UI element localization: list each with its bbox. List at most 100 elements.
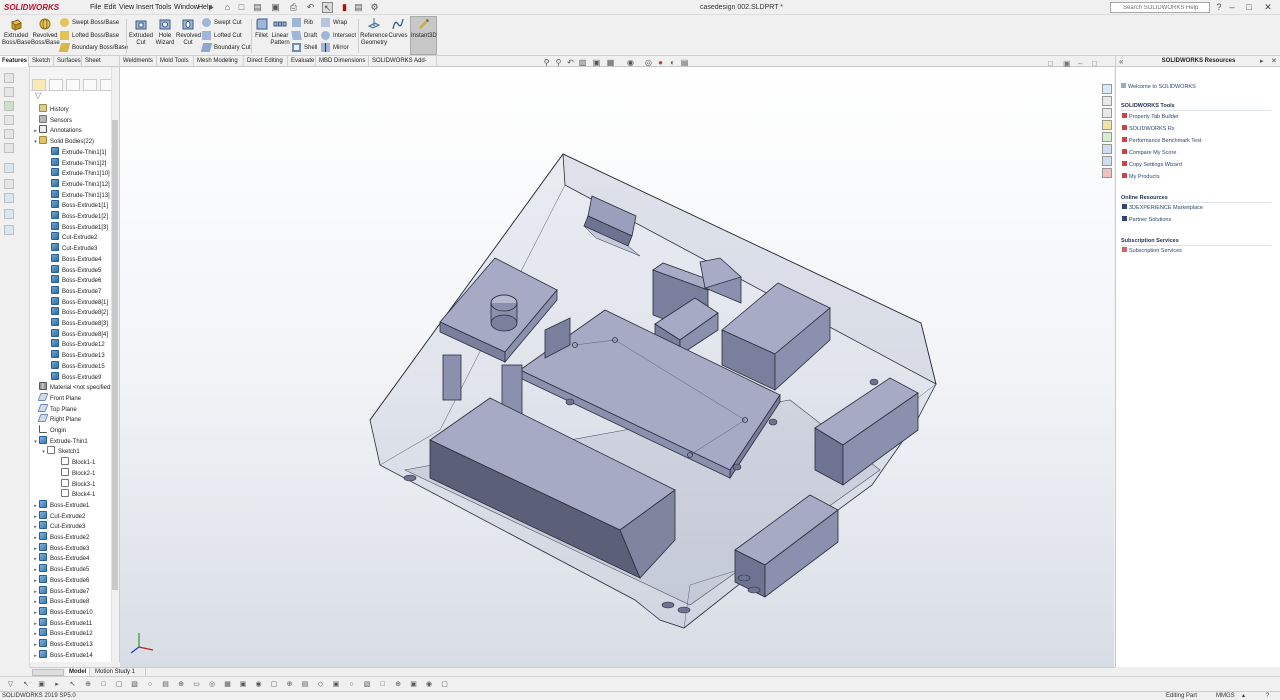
- tree-item-solid-body[interactable]: Extrude-Thin1[10]: [44, 168, 119, 179]
- tree-item-feature[interactable]: ▸ Boss-Extrude3: [32, 542, 119, 554]
- tab-mesh-modeling[interactable]: Mesh Modeling: [195, 56, 244, 67]
- online-resource-link[interactable]: Partner Solutions: [1122, 216, 1171, 224]
- tree-item-solid-body[interactable]: Boss-Extrude13: [44, 350, 119, 361]
- sketch-tool-icon[interactable]: ⊕: [285, 680, 294, 689]
- select-arrow-icon[interactable]: ↖: [322, 2, 333, 13]
- tree-item-solid-body[interactable]: Extrude-Thin1[13]: [44, 189, 119, 201]
- zoom-to-fit-icon[interactable]: ⚲: [542, 58, 551, 67]
- select-planes-icon[interactable]: [4, 143, 14, 153]
- swept-boss-button[interactable]: Swept Boss/Base: [60, 18, 119, 29]
- tree-item-annotations[interactable]: ▸ Annotations: [32, 125, 119, 136]
- tab-scroll-arrows-icon[interactable]: [32, 669, 64, 676]
- pin-icon[interactable]: ▸: [1260, 56, 1264, 67]
- tree-item-solid-body[interactable]: Boss-Extrude8[2]: [44, 307, 119, 318]
- menu-file[interactable]: File: [90, 2, 101, 13]
- tree-item-feature[interactable]: ▸ Boss-Extrude12: [32, 628, 119, 639]
- print-icon[interactable]: ⎙: [288, 2, 299, 13]
- lofted-cut-button[interactable]: Lofted Cut: [202, 31, 242, 42]
- tab-mbd-dimensions[interactable]: MBD Dimensions: [317, 56, 369, 67]
- tab-mold-tools[interactable]: Mold Tools: [158, 56, 194, 67]
- minimize-button[interactable]: –: [1226, 1, 1238, 13]
- select-features-icon[interactable]: [4, 209, 14, 219]
- sketch-tool-icon[interactable]: ○: [347, 680, 356, 689]
- tree-item-feature[interactable]: ▸ Boss-Extrude2: [32, 532, 119, 543]
- welcome-link[interactable]: Welcome to SOLIDWORKS: [1121, 83, 1196, 91]
- viewport-minimize-icon[interactable]: –: [1078, 59, 1087, 68]
- viewport-restore-icon[interactable]: □: [1048, 59, 1057, 68]
- online-resource-link[interactable]: 3DEXPERIENCE Marketplace: [1122, 204, 1203, 212]
- part-model[interactable]: [120, 67, 1114, 667]
- sketch-tool-icon[interactable]: ◎: [208, 680, 217, 689]
- sketch-tool-icon[interactable]: ↖: [22, 680, 31, 689]
- tree-item-solid-body[interactable]: Boss-Extrude9: [44, 371, 119, 383]
- tree-item-sensors[interactable]: Sensors: [32, 114, 119, 126]
- view-orientation-icon[interactable]: ▦: [606, 58, 615, 67]
- subscription-link[interactable]: Subscription Services: [1122, 247, 1182, 255]
- graphics-viewport[interactable]: [120, 67, 1114, 667]
- tree-item-feature[interactable]: ▸ Boss-Extrude5: [32, 564, 119, 575]
- expand-toggle-icon[interactable]: ▸: [32, 651, 39, 662]
- sketch-tool-icon[interactable]: ▸: [53, 680, 62, 689]
- revolved-boss-button[interactable]: Revolved Boss/Base: [31, 17, 60, 55]
- intersect-button[interactable]: Intersect: [321, 31, 356, 42]
- expand-toggle-icon[interactable]: ▾: [40, 447, 47, 458]
- dynamic-annotation-icon[interactable]: ▣: [592, 58, 601, 67]
- tool-link[interactable]: Copy Settings Wizard: [1122, 161, 1182, 169]
- view-settings-icon[interactable]: ▤: [680, 58, 689, 67]
- extruded-cut-button[interactable]: Extruded Cut: [128, 17, 154, 55]
- sketch-tool-icon[interactable]: ◉: [425, 680, 434, 689]
- tool-link[interactable]: Property Tab Builder: [1122, 113, 1179, 121]
- tree-item-solid-body[interactable]: Boss-Extrude1[2]: [44, 211, 119, 222]
- close-button[interactable]: ✕: [1262, 1, 1274, 13]
- menu-edit[interactable]: Edit: [104, 2, 116, 13]
- sketch-tool-icon[interactable]: ▭: [192, 680, 201, 689]
- select-vertices-icon[interactable]: [4, 129, 14, 139]
- tree-item-solid-body[interactable]: Boss-Extrude1[3]: [44, 221, 119, 233]
- mirror-button[interactable]: Mirror: [321, 43, 349, 54]
- tree-item-solid-body[interactable]: Boss-Extrude8[1]: [44, 296, 119, 308]
- tree-item-front-plane[interactable]: Front Plane: [32, 392, 119, 404]
- boundary-boss-button[interactable]: Boundary Boss/Base: [58, 43, 128, 54]
- previous-view-icon[interactable]: ↶: [566, 58, 575, 67]
- tree-item-solid-body[interactable]: Boss-Extrude1[1]: [44, 200, 119, 211]
- boundary-cut-button[interactable]: Boundary Cut: [200, 43, 251, 54]
- tree-item-feature[interactable]: ▸ Cut-Extrude2: [32, 510, 119, 522]
- sketch-tool-icon[interactable]: □: [99, 680, 108, 689]
- view-palette-icon[interactable]: [1102, 132, 1112, 142]
- sketch-tool-icon[interactable]: □: [378, 680, 387, 689]
- expand-toggle-icon[interactable]: ▾: [32, 437, 39, 448]
- sketch-tool-icon[interactable]: ▢: [440, 680, 449, 689]
- tab-weldments[interactable]: Weldments: [121, 56, 157, 67]
- 3dexperience-icon[interactable]: [1102, 96, 1112, 106]
- home-icon[interactable]: ⌂: [222, 2, 233, 13]
- tree-item-feature[interactable]: ▸ Boss-Extrude14: [32, 649, 119, 662]
- tab-solidworks-add-ins[interactable]: SOLIDWORKS Add-Ins: [370, 56, 437, 75]
- reference-geometry-button[interactable]: Reference Geometry: [360, 17, 388, 55]
- tree-item-feature[interactable]: ▸ Boss-Extrude7: [32, 585, 119, 597]
- solidworks-forum-icon[interactable]: [1102, 168, 1112, 178]
- pin-icon[interactable]: ▸: [206, 2, 217, 13]
- tree-item-solid-body[interactable]: Extrude-Thin1[12]: [44, 178, 119, 190]
- tree-item-solid-body[interactable]: Extrude-Thin1[2]: [44, 157, 119, 169]
- appearances-icon[interactable]: [1102, 144, 1112, 154]
- display-style-icon[interactable]: ◉: [626, 58, 635, 67]
- tree-item-solid-body[interactable]: Boss-Extrude4: [44, 253, 119, 265]
- tool-link[interactable]: SOLIDWORKS Rx: [1122, 125, 1175, 133]
- tree-item-feature[interactable]: ▸ Boss-Extrude6: [32, 574, 119, 586]
- tab-evaluate[interactable]: Evaluate: [289, 56, 316, 67]
- sketch-tool-icon[interactable]: ◉: [254, 680, 263, 689]
- tree-item-solid-body[interactable]: Cut-Extrude2: [44, 232, 119, 243]
- tree-item-feature[interactable]: ▸ Boss-Extrude13: [32, 639, 119, 650]
- viewport-tile-icon[interactable]: ▣: [1063, 59, 1072, 68]
- draft-button[interactable]: Draft: [291, 31, 317, 42]
- tree-item-sketch1[interactable]: ▾ Sketch1: [40, 446, 119, 458]
- tree-item-solid-body[interactable]: Extrude-Thin1[1]: [44, 146, 119, 158]
- sketch-tool-icon[interactable]: ◇: [316, 680, 325, 689]
- sketch-tool-icon[interactable]: ⊕: [394, 680, 403, 689]
- tree-item-history[interactable]: History: [32, 104, 119, 115]
- sketch-tool-icon[interactable]: ▢: [115, 680, 124, 689]
- file-explorer-icon[interactable]: [1102, 120, 1112, 130]
- tree-item-origin[interactable]: Origin: [32, 425, 119, 436]
- rib-button[interactable]: Rib: [292, 18, 313, 29]
- select-components-icon[interactable]: [4, 193, 14, 203]
